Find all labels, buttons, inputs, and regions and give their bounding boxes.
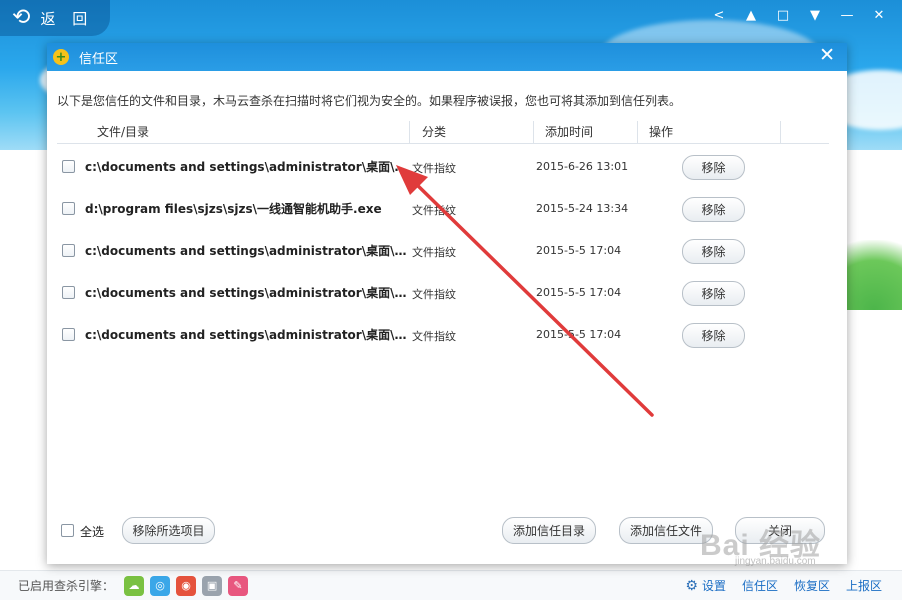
remove-button[interactable]: 移除 <box>682 155 745 180</box>
row-checkbox[interactable] <box>62 160 75 173</box>
menu-icon[interactable]: ▼ <box>806 6 824 24</box>
row-category: 文件指纹 <box>412 288 456 301</box>
remove-button[interactable]: 移除 <box>682 239 745 264</box>
engine-cloud-icon[interactable]: ☁ <box>124 575 145 596</box>
engine-bitdefender-icon[interactable]: ✎ <box>228 575 249 596</box>
dialog-title: 信任区 <box>79 51 119 67</box>
row-time: 2015-5-5 17:04 <box>536 286 622 299</box>
column-divider <box>533 121 534 143</box>
remove-button[interactable]: 移除 <box>682 197 745 222</box>
report-zone-link[interactable]: 上报区 <box>846 577 882 594</box>
column-header-path: 文件/目录 <box>97 125 150 139</box>
select-all-checkbox[interactable] <box>61 524 74 537</box>
skin-icon[interactable]: ▲ <box>742 6 760 24</box>
remove-button[interactable]: 移除 <box>682 281 745 306</box>
message-icon[interactable]: □ <box>774 6 792 24</box>
column-header-category: 分类 <box>422 125 447 139</box>
window-controls: < ▲ □ ▼ — ✕ <box>710 6 888 24</box>
row-time: 2015-5-24 13:34 <box>536 202 629 215</box>
row-checkbox[interactable] <box>62 202 75 215</box>
remove-button[interactable]: 移除 <box>682 323 745 348</box>
table-row: c:\documents and settings\administrator\… <box>57 229 829 271</box>
back-label: 返 回 <box>40 9 94 28</box>
settings-link[interactable]: 设置 <box>702 577 726 594</box>
column-divider <box>637 121 638 143</box>
add-trusted-directory-button[interactable]: 添加信任目录 <box>502 517 596 544</box>
column-divider <box>409 121 410 143</box>
status-links: ⚙ 设置 信任区 恢复区 上报区 <box>685 577 882 594</box>
close-icon[interactable]: ✕ <box>870 6 888 24</box>
column-divider <box>780 121 781 143</box>
back-arrow-icon: ⟲ <box>12 5 31 30</box>
gear-icon[interactable]: ⚙ <box>685 578 698 594</box>
table-row: c:\documents and settings\administrator\… <box>57 271 829 313</box>
row-path: c:\documents and settings\administrator\… <box>85 160 409 174</box>
table-row: d:\program files\sjzs\sjzs\一线通智能机助手.exe … <box>57 187 829 229</box>
dialog-titlebar: + 信任区 ✕ <box>47 43 847 71</box>
dialog-description: 以下是您信任的文件和目录，木马云查杀在扫描时将它们视为安全的。如果程序被误报，您… <box>57 94 682 108</box>
engine-system-icon[interactable]: ▣ <box>202 575 223 596</box>
column-header-time: 添加时间 <box>545 125 594 139</box>
row-time: 2015-5-5 17:04 <box>536 244 622 257</box>
engine-qvm-icon[interactable]: ◎ <box>150 575 171 596</box>
restore-zone-link[interactable]: 恢复区 <box>794 577 830 594</box>
trust-zone-link[interactable]: 信任区 <box>742 577 778 594</box>
row-checkbox[interactable] <box>62 328 75 341</box>
share-icon[interactable]: < <box>710 6 728 24</box>
back-button[interactable]: ⟲ 返 回 <box>0 0 110 36</box>
table-row: c:\documents and settings\administrator\… <box>57 313 829 355</box>
column-header-action: 操作 <box>649 125 674 139</box>
table-header: 文件/目录 分类 添加时间 操作 <box>57 121 829 144</box>
row-path: c:\documents and settings\administrator\… <box>85 286 409 300</box>
status-bar: 已启用查杀引擎： ☁ ◎ ◉ ▣ ✎ ⚙ 设置 信任区 恢复区 上报区 <box>0 570 902 600</box>
trust-zone-dialog: + 信任区 ✕ 以下是您信任的文件和目录，木马云查杀在扫描时将它们视为安全的。如… <box>47 43 847 564</box>
row-category: 文件指纹 <box>412 330 456 343</box>
row-path: c:\documents and settings\administrator\… <box>85 244 409 258</box>
row-path: d:\program files\sjzs\sjzs\一线通智能机助手.exe <box>85 202 382 216</box>
row-checkbox[interactable] <box>62 244 75 257</box>
engine-avira-icon[interactable]: ◉ <box>176 575 197 596</box>
row-category: 文件指纹 <box>412 162 456 175</box>
trust-zone-logo-icon: + <box>53 49 69 65</box>
remove-selected-button[interactable]: 移除所选项目 <box>122 517 215 544</box>
row-time: 2015-5-5 17:04 <box>536 328 622 341</box>
engines-label: 已启用查杀引擎： <box>18 579 115 593</box>
select-all-label: 全选 <box>80 525 105 539</box>
row-time: 2015-6-26 13:01 <box>536 160 629 173</box>
row-checkbox[interactable] <box>62 286 75 299</box>
add-trusted-file-button[interactable]: 添加信任文件 <box>619 517 713 544</box>
baidu-watermark-url: jingyan.baidu.com <box>735 556 816 567</box>
dialog-close-icon[interactable]: ✕ <box>819 46 835 65</box>
row-category: 文件指纹 <box>412 204 456 217</box>
row-category: 文件指纹 <box>412 246 456 259</box>
row-path: c:\documents and settings\administrator\… <box>85 328 409 342</box>
table-row: c:\documents and settings\administrator\… <box>57 145 829 187</box>
minimize-icon[interactable]: — <box>838 6 856 24</box>
